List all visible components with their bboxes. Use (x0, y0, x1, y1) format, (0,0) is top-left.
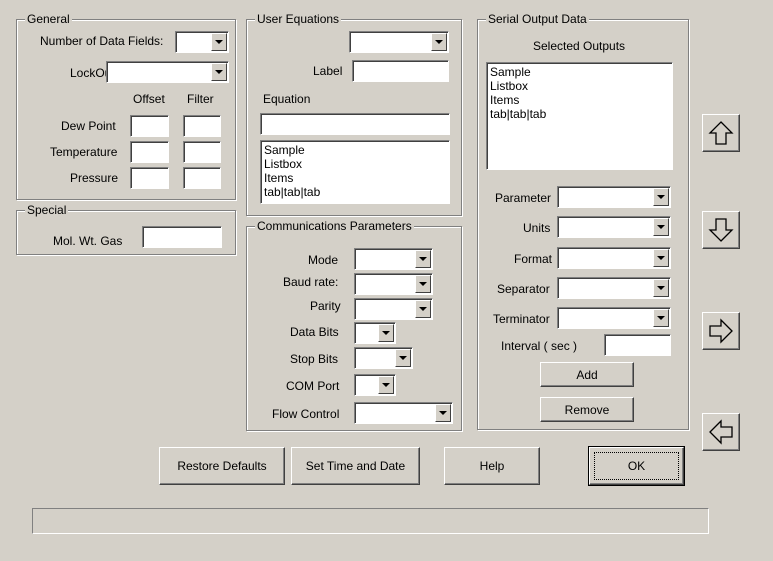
chevron-down-icon[interactable] (211, 63, 227, 81)
user-equations-group-title: User Equations (255, 12, 342, 26)
general-group-title: General (25, 12, 72, 26)
arrow-down-icon (708, 217, 734, 243)
stop-bits-label: Stop Bits (290, 352, 339, 366)
arrow-left-icon (708, 419, 734, 445)
chevron-down-icon[interactable] (415, 250, 431, 268)
dew-point-label: Dew Point (61, 119, 116, 133)
mol-wt-gas-label: Mol. Wt. Gas (53, 234, 123, 248)
equation-label-label: Label (313, 64, 343, 78)
list-item[interactable]: Items (264, 171, 446, 185)
terminator-select[interactable] (557, 307, 671, 329)
list-item[interactable]: Listbox (264, 157, 446, 171)
mol-wt-gas-field[interactable] (142, 226, 222, 248)
units-select[interactable] (557, 216, 671, 238)
baud-rate-label: Baud rate: (283, 275, 339, 289)
terminator-label: Terminator (493, 312, 550, 326)
lockout-select[interactable] (106, 61, 229, 83)
serial-output-group-title: Serial Output Data (486, 12, 589, 26)
chevron-down-icon[interactable] (653, 279, 669, 297)
flow-control-label: Flow Control (272, 407, 340, 421)
pressure-filter-field[interactable] (183, 167, 221, 189)
move-up-button[interactable] (702, 114, 740, 152)
num-data-fields-label: Number of Data Fields: (40, 34, 164, 48)
chevron-down-icon[interactable] (653, 188, 669, 206)
list-item[interactable]: Sample (490, 65, 669, 79)
parity-select[interactable] (354, 298, 433, 320)
format-label: Format (514, 252, 553, 266)
dew-point-offset-field[interactable] (130, 115, 169, 137)
dew-point-filter-field[interactable] (183, 115, 221, 137)
chevron-down-icon[interactable] (211, 33, 227, 51)
com-port-select[interactable] (354, 374, 396, 396)
data-bits-label: Data Bits (290, 325, 339, 339)
parameter-select[interactable] (557, 186, 671, 208)
mode-select[interactable] (354, 248, 433, 270)
selected-outputs-listbox[interactable]: Sample Listbox Items tab|tab|tab (486, 62, 673, 170)
user-equation-select[interactable] (349, 31, 449, 53)
list-item[interactable]: Sample (264, 143, 446, 157)
move-down-button[interactable] (702, 211, 740, 249)
offset-header: Offset (133, 92, 165, 106)
num-data-fields-select[interactable] (175, 31, 229, 53)
chevron-down-icon[interactable] (378, 376, 394, 394)
list-item[interactable]: tab|tab|tab (490, 107, 669, 121)
set-time-and-date-button[interactable]: Set Time and Date (291, 447, 420, 485)
restore-defaults-button[interactable]: Restore Defaults (159, 447, 285, 485)
temperature-label: Temperature (50, 145, 118, 159)
chevron-down-icon[interactable] (653, 309, 669, 327)
chevron-down-icon[interactable] (431, 33, 447, 51)
interval-field[interactable] (604, 334, 671, 356)
units-label: Units (523, 221, 551, 235)
temperature-offset-field[interactable] (130, 141, 169, 163)
data-bits-select[interactable] (354, 322, 396, 344)
remove-button[interactable]: Remove (540, 397, 634, 422)
chevron-down-icon[interactable] (378, 324, 394, 342)
interval-label: Interval ( sec ) (501, 339, 578, 353)
temperature-filter-field[interactable] (183, 141, 221, 163)
parameter-label: Parameter (495, 191, 552, 205)
list-item[interactable]: tab|tab|tab (264, 185, 446, 199)
separator-select[interactable] (557, 277, 671, 299)
help-button[interactable]: Help (444, 447, 540, 485)
chevron-down-icon[interactable] (395, 349, 411, 367)
comms-group-title: Communications Parameters (255, 219, 414, 233)
list-item[interactable]: Listbox (490, 79, 669, 93)
arrow-up-icon (708, 120, 734, 146)
pressure-offset-field[interactable] (130, 167, 169, 189)
equation-label: Equation (263, 92, 311, 106)
chevron-down-icon[interactable] (653, 218, 669, 236)
pressure-label: Pressure (70, 171, 119, 185)
chevron-down-icon[interactable] (415, 275, 431, 293)
status-bar (32, 508, 709, 534)
list-item[interactable]: Items (490, 93, 669, 107)
ok-button[interactable]: OK (588, 446, 685, 486)
special-group-title: Special (25, 203, 69, 217)
chevron-down-icon[interactable] (653, 249, 669, 267)
add-button[interactable]: Add (540, 362, 634, 387)
separator-label: Separator (497, 282, 550, 296)
equation-field[interactable] (260, 113, 450, 135)
com-port-label: COM Port (286, 379, 340, 393)
equations-listbox[interactable]: Sample Listbox Items tab|tab|tab (260, 140, 450, 204)
selected-outputs-label: Selected Outputs (533, 39, 626, 53)
chevron-down-icon[interactable] (435, 404, 451, 422)
flow-control-select[interactable] (354, 402, 453, 424)
stop-bits-select[interactable] (354, 347, 413, 369)
arrow-right-icon (708, 318, 734, 344)
move-right-button[interactable] (702, 312, 740, 350)
mode-label: Mode (308, 253, 339, 267)
equation-label-field[interactable] (352, 60, 449, 82)
move-left-button[interactable] (702, 413, 740, 451)
chevron-down-icon[interactable] (415, 300, 431, 318)
baud-rate-select[interactable] (354, 273, 433, 295)
format-select[interactable] (557, 247, 671, 269)
filter-header: Filter (187, 92, 214, 106)
parity-label: Parity (310, 299, 341, 313)
